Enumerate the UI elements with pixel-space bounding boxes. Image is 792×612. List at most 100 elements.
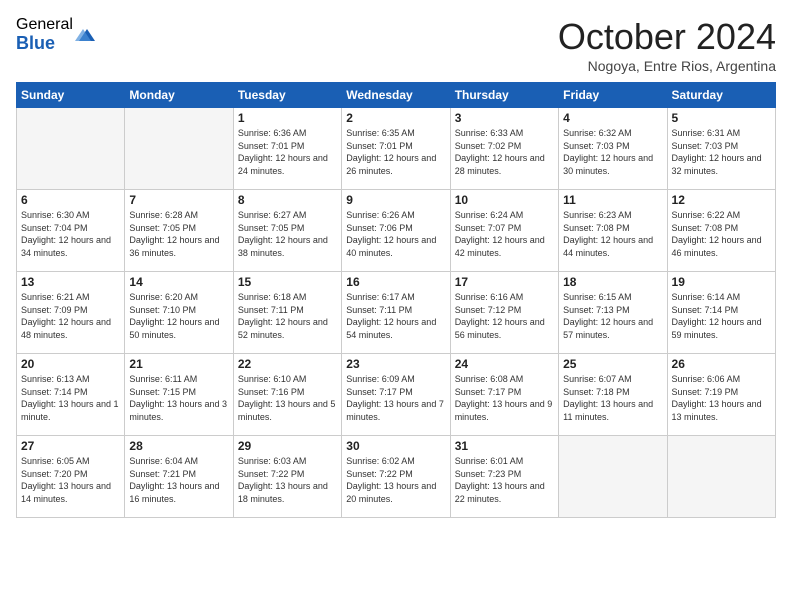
calendar-cell: 22Sunrise: 6:10 AM Sunset: 7:16 PM Dayli… (233, 354, 341, 436)
day-number: 29 (238, 439, 337, 453)
day-info: Sunrise: 6:15 AM Sunset: 7:13 PM Dayligh… (563, 291, 662, 341)
calendar-cell: 26 Sunrise: 6:06 AM Sunset: 7:19 PM Dayli… (667, 354, 775, 436)
calendar-cell (125, 108, 233, 190)
day-number: 14 (129, 275, 228, 289)
day-info: Sunrise: 6:28 AM Sunset: 7:05 PM Dayligh… (129, 209, 228, 259)
day-number: 22 (238, 357, 337, 371)
calendar-header-row: SundayMondayTuesdayWednesdayThursdayFrid… (17, 83, 776, 108)
calendar-cell: 4Sunrise: 6:32 AM Sunset: 7:03 PM Daylig… (559, 108, 667, 190)
day-info: Sunrise: 6:24 AM Sunset: 7:07 PM Dayligh… (455, 209, 554, 259)
day-number: 2 (346, 111, 445, 125)
calendar-cell: 9 Sunrise: 6:26 AM Sunset: 7:06 PM Daylig… (342, 190, 450, 272)
page: General Blue October 2024 Nogoya, Entre … (0, 0, 792, 612)
calendar-cell: 21 Sunrise: 6:11 AM Sunset: 7:15 PM Dayli… (125, 354, 233, 436)
day-info: Sunrise: 6:21 AM Sunset: 7:09 PM Dayligh… (21, 291, 120, 341)
day-info: Sunrise: 6:16 AM Sunset: 7:12 PM Dayligh… (455, 291, 554, 341)
day-number: 24 (455, 357, 554, 371)
logo-general: General (16, 16, 73, 34)
day-number: 3 (455, 111, 554, 125)
day-info: Sunrise: 6:27 AM Sunset: 7:05 PM Dayligh… (238, 209, 337, 259)
logo-text: General Blue (16, 16, 73, 53)
day-number: 30 (346, 439, 445, 453)
calendar-cell: 11Sunrise: 6:23 AM Sunset: 7:08 PM Dayli… (559, 190, 667, 272)
day-number: 6 (21, 193, 120, 207)
day-number: 15 (238, 275, 337, 289)
day-number: 8 (238, 193, 337, 207)
calendar-header-tuesday: Tuesday (233, 83, 341, 108)
calendar-cell (17, 108, 125, 190)
calendar-cell: 30Sunrise: 6:02 AM Sunset: 7:22 PM Dayli… (342, 436, 450, 518)
calendar-cell: 7Sunrise: 6:28 AM Sunset: 7:05 PM Daylig… (125, 190, 233, 272)
calendar-header-saturday: Saturday (667, 83, 775, 108)
calendar-cell: 31 Sunrise: 6:01 AM Sunset: 7:23 PM Dayli… (450, 436, 558, 518)
day-number: 25 (563, 357, 662, 371)
calendar-cell: 16Sunrise: 6:17 AM Sunset: 7:11 PM Dayli… (342, 272, 450, 354)
calendar-cell: 6 Sunrise: 6:30 AM Sunset: 7:04 PM Daylig… (17, 190, 125, 272)
calendar-cell: 18Sunrise: 6:15 AM Sunset: 7:13 PM Dayli… (559, 272, 667, 354)
calendar-week-0: 1Sunrise: 6:36 AM Sunset: 7:01 PM Daylig… (17, 108, 776, 190)
calendar-header-friday: Friday (559, 83, 667, 108)
day-info: Sunrise: 6:03 AM Sunset: 7:22 PM Dayligh… (238, 455, 337, 505)
calendar-week-3: 20 Sunrise: 6:13 AM Sunset: 7:14 PM Dayli… (17, 354, 776, 436)
day-number: 4 (563, 111, 662, 125)
day-number: 21 (129, 357, 228, 371)
calendar-cell: 15 Sunrise: 6:18 AM Sunset: 7:11 PM Dayli… (233, 272, 341, 354)
day-info: Sunrise: 6:26 AM Sunset: 7:06 PM Dayligh… (346, 209, 445, 259)
header: General Blue October 2024 Nogoya, Entre … (16, 16, 776, 74)
day-info: Sunrise: 6:08 AM Sunset: 7:17 PM Dayligh… (455, 373, 554, 423)
day-number: 28 (129, 439, 228, 453)
calendar-week-2: 13 Sunrise: 6:21 AM Sunset: 7:09 PM Dayli… (17, 272, 776, 354)
calendar-cell: 3 Sunrise: 6:33 AM Sunset: 7:02 PM Daylig… (450, 108, 558, 190)
calendar-cell (559, 436, 667, 518)
day-info: Sunrise: 6:22 AM Sunset: 7:08 PM Dayligh… (672, 209, 771, 259)
month-title: October 2024 (558, 16, 776, 58)
day-number: 20 (21, 357, 120, 371)
day-number: 31 (455, 439, 554, 453)
day-info: Sunrise: 6:11 AM Sunset: 7:15 PM Dayligh… (129, 373, 228, 423)
day-info: Sunrise: 6:30 AM Sunset: 7:04 PM Dayligh… (21, 209, 120, 259)
day-number: 13 (21, 275, 120, 289)
calendar: SundayMondayTuesdayWednesdayThursdayFrid… (16, 82, 776, 518)
calendar-cell: 24 Sunrise: 6:08 AM Sunset: 7:17 PM Dayli… (450, 354, 558, 436)
day-info: Sunrise: 6:04 AM Sunset: 7:21 PM Dayligh… (129, 455, 228, 505)
day-number: 19 (672, 275, 771, 289)
day-number: 23 (346, 357, 445, 371)
day-info: Sunrise: 6:31 AM Sunset: 7:03 PM Dayligh… (672, 127, 771, 177)
calendar-header-sunday: Sunday (17, 83, 125, 108)
day-number: 16 (346, 275, 445, 289)
calendar-week-4: 27Sunrise: 6:05 AM Sunset: 7:20 PM Dayli… (17, 436, 776, 518)
subtitle: Nogoya, Entre Rios, Argentina (558, 58, 776, 74)
logo-blue: Blue (16, 34, 73, 54)
calendar-cell: 27Sunrise: 6:05 AM Sunset: 7:20 PM Dayli… (17, 436, 125, 518)
calendar-cell: 23Sunrise: 6:09 AM Sunset: 7:17 PM Dayli… (342, 354, 450, 436)
logo: General Blue (16, 16, 99, 53)
logo-icon (75, 23, 99, 47)
day-info: Sunrise: 6:13 AM Sunset: 7:14 PM Dayligh… (21, 373, 120, 423)
day-info: Sunrise: 6:01 AM Sunset: 7:23 PM Dayligh… (455, 455, 554, 505)
day-number: 1 (238, 111, 337, 125)
day-info: Sunrise: 6:18 AM Sunset: 7:11 PM Dayligh… (238, 291, 337, 341)
calendar-header-thursday: Thursday (450, 83, 558, 108)
calendar-cell: 19Sunrise: 6:14 AM Sunset: 7:14 PM Dayli… (667, 272, 775, 354)
day-info: Sunrise: 6:33 AM Sunset: 7:02 PM Dayligh… (455, 127, 554, 177)
day-number: 26 (672, 357, 771, 371)
day-number: 9 (346, 193, 445, 207)
calendar-cell: 10Sunrise: 6:24 AM Sunset: 7:07 PM Dayli… (450, 190, 558, 272)
day-info: Sunrise: 6:05 AM Sunset: 7:20 PM Dayligh… (21, 455, 120, 505)
day-info: Sunrise: 6:06 AM Sunset: 7:19 PM Dayligh… (672, 373, 771, 423)
calendar-cell (667, 436, 775, 518)
calendar-cell: 14 Sunrise: 6:20 AM Sunset: 7:10 PM Dayli… (125, 272, 233, 354)
calendar-cell: 5Sunrise: 6:31 AM Sunset: 7:03 PM Daylig… (667, 108, 775, 190)
calendar-cell: 12Sunrise: 6:22 AM Sunset: 7:08 PM Dayli… (667, 190, 775, 272)
calendar-cell: 25 Sunrise: 6:07 AM Sunset: 7:18 PM Dayli… (559, 354, 667, 436)
calendar-cell: 17 Sunrise: 6:16 AM Sunset: 7:12 PM Dayli… (450, 272, 558, 354)
day-number: 17 (455, 275, 554, 289)
day-info: Sunrise: 6:35 AM Sunset: 7:01 PM Dayligh… (346, 127, 445, 177)
calendar-cell: 2 Sunrise: 6:35 AM Sunset: 7:01 PM Daylig… (342, 108, 450, 190)
calendar-week-1: 6 Sunrise: 6:30 AM Sunset: 7:04 PM Daylig… (17, 190, 776, 272)
calendar-header-monday: Monday (125, 83, 233, 108)
day-number: 11 (563, 193, 662, 207)
day-info: Sunrise: 6:07 AM Sunset: 7:18 PM Dayligh… (563, 373, 662, 423)
calendar-cell: 28 Sunrise: 6:04 AM Sunset: 7:21 PM Dayli… (125, 436, 233, 518)
day-info: Sunrise: 6:20 AM Sunset: 7:10 PM Dayligh… (129, 291, 228, 341)
